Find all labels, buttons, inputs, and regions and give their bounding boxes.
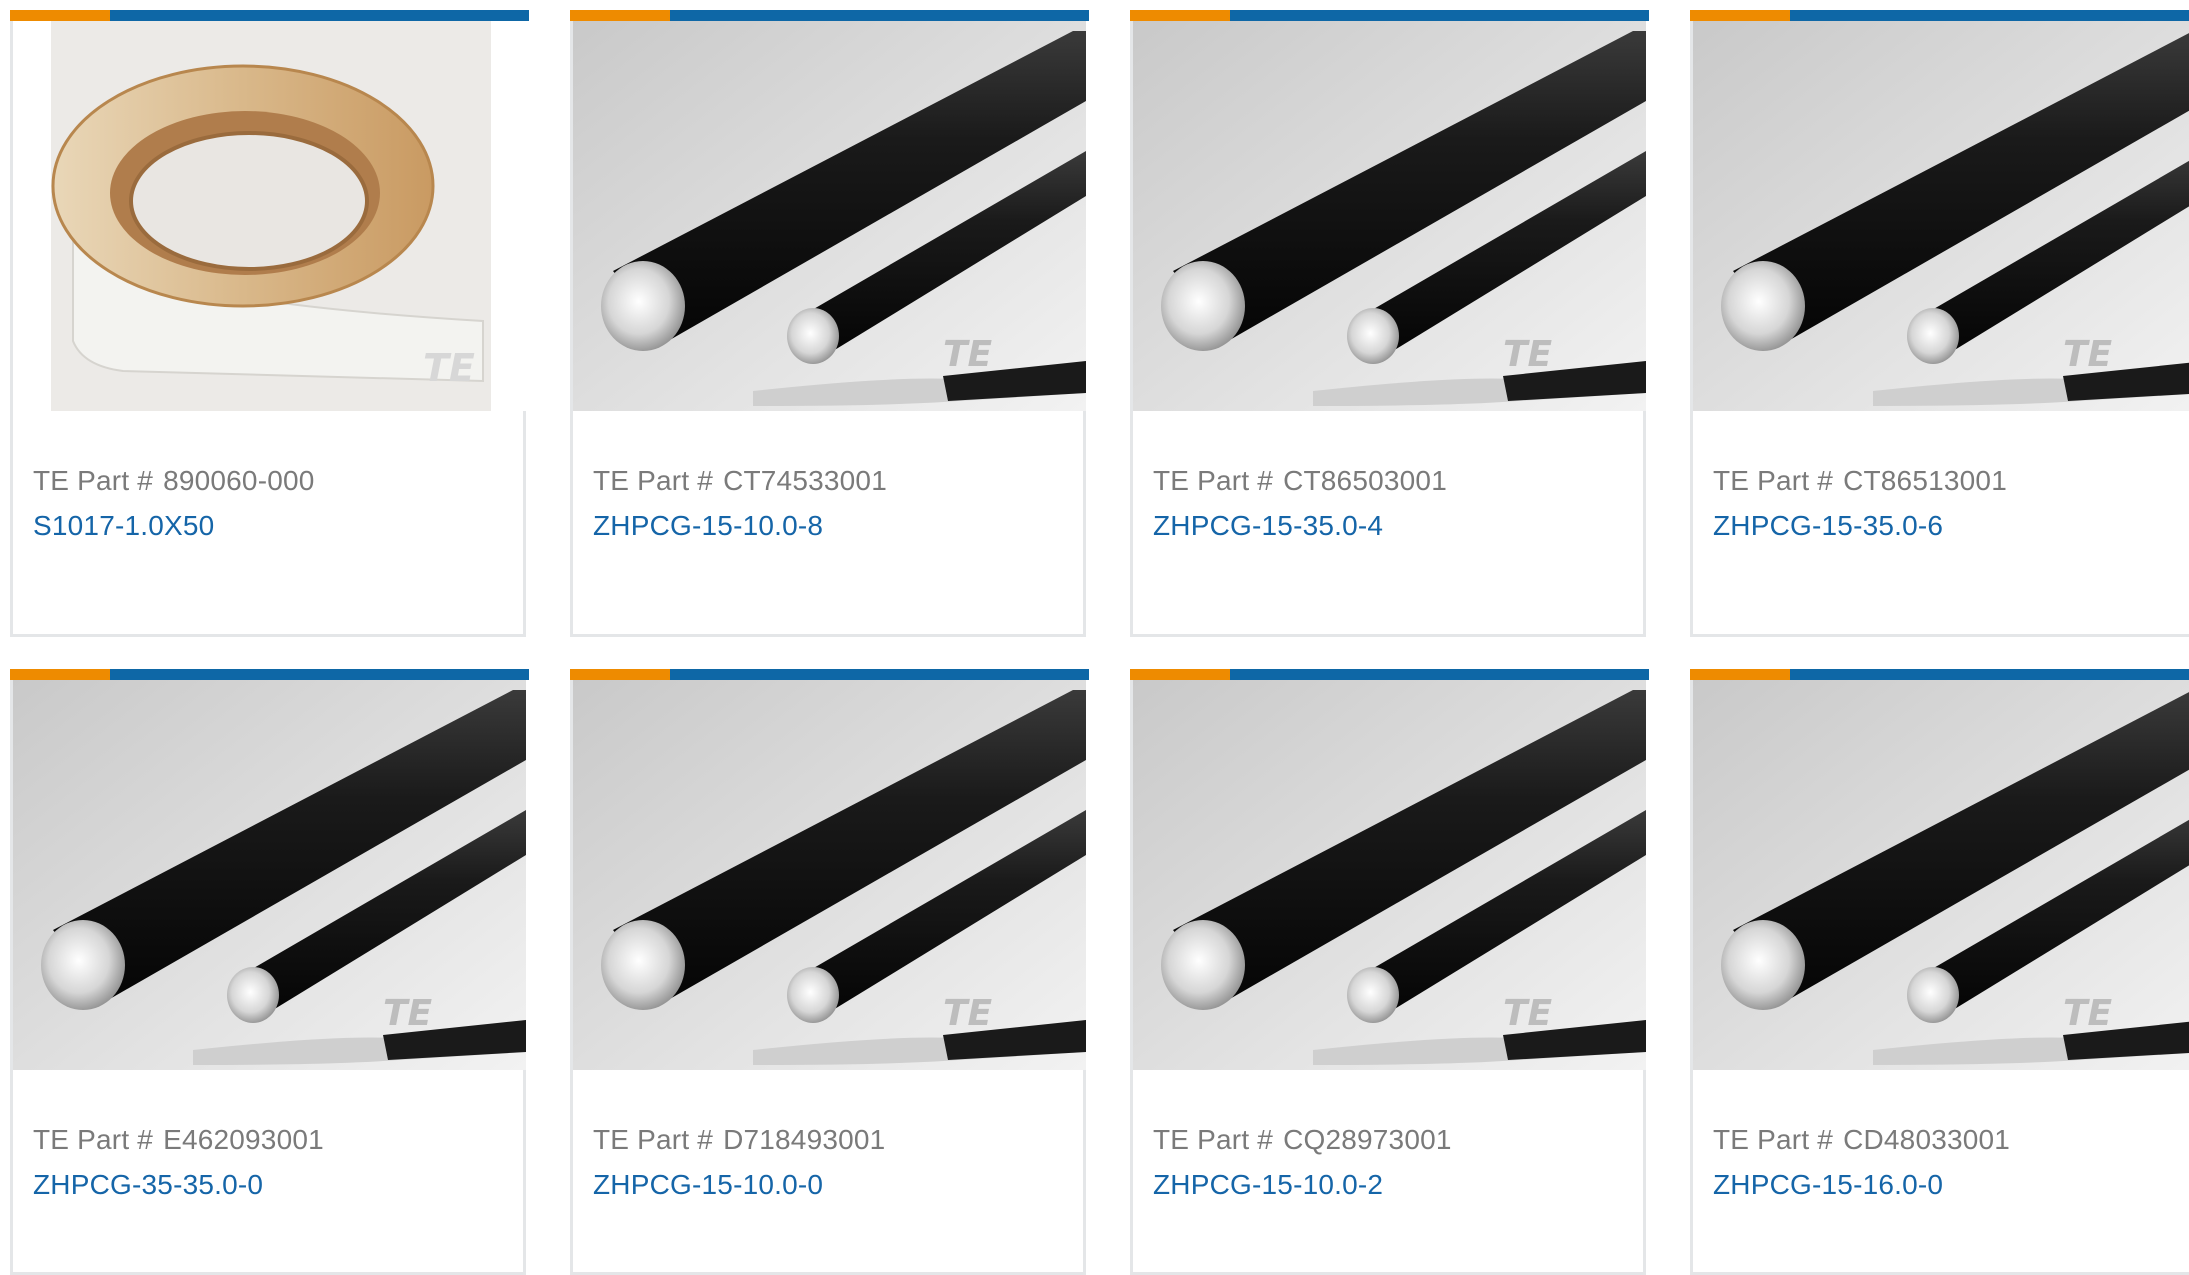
part-number: E462093001 bbox=[163, 1124, 324, 1155]
cable-image[interactable]: TE bbox=[1693, 21, 2189, 411]
svg-text:TE: TE bbox=[1503, 334, 1553, 375]
product-card[interactable]: TE TE Part # CT86513001 ZHPCG-15-35.0-6 bbox=[1690, 10, 2189, 637]
part-number-line: TE Part # CT86503001 bbox=[1153, 465, 1447, 497]
cable-image[interactable]: TE bbox=[1693, 680, 2189, 1070]
product-card[interactable]: TE TE Part # D718493001 ZHPCG-15-10.0-0 bbox=[570, 669, 1089, 1275]
cable-image[interactable]: TE bbox=[1133, 21, 1646, 411]
product-name-link[interactable]: ZHPCG-15-10.0-8 bbox=[593, 510, 823, 542]
part-number-line: TE Part # D718493001 bbox=[593, 1124, 885, 1156]
part-prefix: TE Part # bbox=[1153, 465, 1274, 496]
cable-image[interactable]: TE bbox=[573, 680, 1086, 1070]
part-number: CT86503001 bbox=[1283, 465, 1447, 496]
part-prefix: TE Part # bbox=[1713, 1124, 1834, 1155]
part-number-line: TE Part # CD48033001 bbox=[1713, 1124, 2010, 1156]
cable-image[interactable]: TE bbox=[573, 21, 1086, 411]
card-accent-bar bbox=[1690, 10, 2189, 21]
svg-text:TE: TE bbox=[383, 993, 433, 1034]
part-number: CT86513001 bbox=[1843, 465, 2007, 496]
svg-text:TE: TE bbox=[2063, 334, 2113, 375]
product-card[interactable]: TE TE Part # E462093001 ZHPCG-35-35.0-0 bbox=[10, 669, 529, 1275]
part-number-line: TE Part # CT74533001 bbox=[593, 465, 887, 497]
part-number-line: TE Part # E462093001 bbox=[33, 1124, 324, 1156]
part-number: 890060-000 bbox=[163, 465, 315, 496]
product-card[interactable]: TE TE Part # 890060-000 S1017-1.0X50 bbox=[10, 10, 529, 637]
svg-text:TE: TE bbox=[943, 334, 993, 375]
card-accent-bar bbox=[1690, 669, 2189, 680]
svg-text:TE: TE bbox=[943, 993, 993, 1034]
part-number: CT74533001 bbox=[723, 465, 887, 496]
part-prefix: TE Part # bbox=[1713, 465, 1834, 496]
card-accent-bar bbox=[1130, 669, 1649, 680]
part-number-line: TE Part # CQ28973001 bbox=[1153, 1124, 1452, 1156]
product-name-link[interactable]: ZHPCG-15-16.0-0 bbox=[1713, 1169, 1943, 1201]
product-name-link[interactable]: ZHPCG-15-35.0-6 bbox=[1713, 510, 1943, 542]
product-card[interactable]: TE TE Part # CT86503001 ZHPCG-15-35.0-4 bbox=[1130, 10, 1649, 637]
card-accent-bar bbox=[1130, 10, 1649, 21]
svg-text:TE: TE bbox=[1503, 993, 1553, 1034]
card-accent-bar bbox=[570, 10, 1089, 21]
cable-image[interactable]: TE bbox=[1133, 680, 1646, 1070]
part-prefix: TE Part # bbox=[593, 465, 714, 496]
product-card[interactable]: TE TE Part # CD48033001 ZHPCG-15-16.0-0 bbox=[1690, 669, 2189, 1275]
part-number: CQ28973001 bbox=[1283, 1124, 1452, 1155]
card-accent-bar bbox=[10, 669, 529, 680]
tape-roll-image[interactable]: TE bbox=[13, 21, 526, 411]
part-prefix: TE Part # bbox=[33, 1124, 154, 1155]
part-number-line: TE Part # CT86513001 bbox=[1713, 465, 2007, 497]
part-number: CD48033001 bbox=[1843, 1124, 2011, 1155]
product-name-link[interactable]: ZHPCG-15-10.0-0 bbox=[593, 1169, 823, 1201]
card-accent-bar bbox=[570, 669, 1089, 680]
cable-image[interactable]: TE bbox=[13, 680, 526, 1070]
product-name-link[interactable]: ZHPCG-15-10.0-2 bbox=[1153, 1169, 1383, 1201]
product-card[interactable]: TE TE Part # CT74533001 ZHPCG-15-10.0-8 bbox=[570, 10, 1089, 637]
card-accent-bar bbox=[10, 10, 529, 21]
product-name-link[interactable]: ZHPCG-15-35.0-4 bbox=[1153, 510, 1383, 542]
svg-text:TE: TE bbox=[423, 346, 475, 390]
part-number-line: TE Part # 890060-000 bbox=[33, 465, 315, 497]
product-name-link[interactable]: S1017-1.0X50 bbox=[33, 510, 214, 542]
part-prefix: TE Part # bbox=[33, 465, 154, 496]
part-prefix: TE Part # bbox=[1153, 1124, 1274, 1155]
svg-text:TE: TE bbox=[2063, 993, 2113, 1034]
product-name-link[interactable]: ZHPCG-35-35.0-0 bbox=[33, 1169, 263, 1201]
product-grid: TE TE Part # 890060-000 S1017-1.0X50 TE T… bbox=[0, 0, 2189, 1275]
part-prefix: TE Part # bbox=[593, 1124, 714, 1155]
product-card[interactable]: TE TE Part # CQ28973001 ZHPCG-15-10.0-2 bbox=[1130, 669, 1649, 1275]
part-number: D718493001 bbox=[723, 1124, 886, 1155]
